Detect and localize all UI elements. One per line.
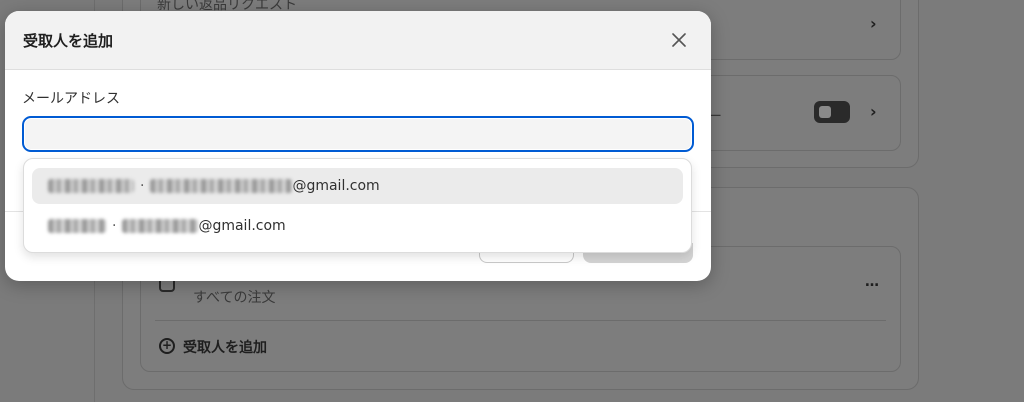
close-button[interactable]	[665, 26, 693, 54]
modal-header: 受取人を追加	[5, 11, 711, 70]
add-recipient-link[interactable]: 受取人を追加	[183, 337, 267, 357]
email-domain: @gmail.com	[198, 218, 286, 234]
separator: ·	[140, 178, 145, 194]
separator: ·	[112, 218, 117, 234]
redacted-name	[48, 219, 106, 233]
modal-title: 受取人を追加	[23, 31, 114, 50]
toggle-switch[interactable]	[814, 101, 850, 123]
chevron-right-icon[interactable]: ›	[870, 14, 877, 33]
chevron-right-icon[interactable]: ›	[870, 102, 877, 121]
modal-body: メールアドレス	[5, 70, 711, 152]
suggestion-item[interactable]: · @gmail.com	[32, 208, 683, 244]
email-domain: @gmail.com	[292, 178, 380, 194]
suggestion-item[interactable]: · @gmail.com	[32, 168, 683, 204]
order-scope-text: すべての注文	[193, 290, 276, 306]
more-options-icon[interactable]: …	[865, 274, 879, 290]
redacted-name	[48, 179, 134, 193]
plus-circle-icon[interactable]: +	[159, 338, 175, 354]
email-input[interactable]	[22, 116, 694, 152]
redacted-email	[122, 219, 199, 233]
email-suggestions: · @gmail.com · @gmail.com	[23, 158, 692, 253]
row-divider	[155, 320, 886, 321]
close-icon	[672, 33, 686, 47]
redacted-email	[150, 179, 293, 193]
email-label: メールアドレス	[22, 91, 120, 107]
